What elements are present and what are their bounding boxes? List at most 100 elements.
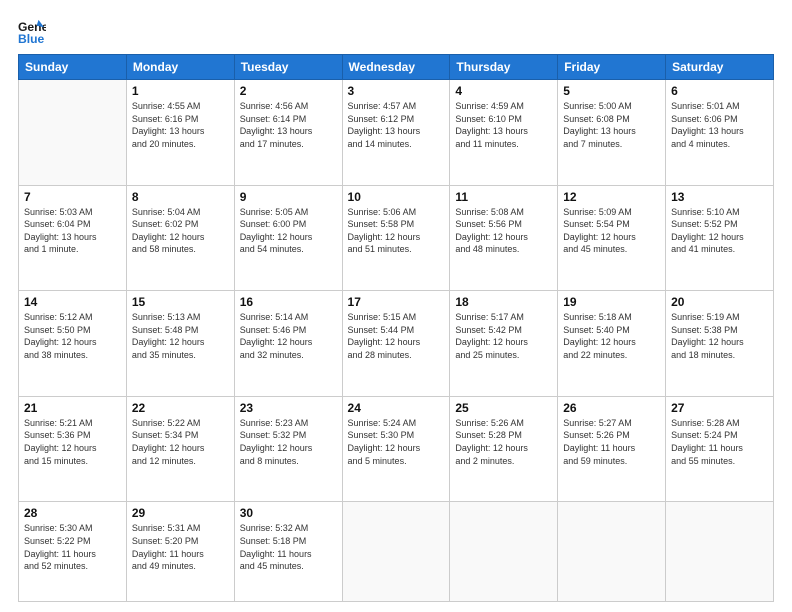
cell-info: Sunrise: 5:04 AM Sunset: 6:02 PM Dayligh…: [132, 206, 229, 256]
day-number: 6: [671, 84, 768, 98]
day-number: 27: [671, 401, 768, 415]
calendar-cell: 26 Sunrise: 5:27 AM Sunset: 5:26 PM Dayli…: [558, 396, 666, 502]
calendar-cell: 20Sunrise: 5:19 AM Sunset: 5:38 PM Dayli…: [666, 291, 774, 397]
cell-info: Sunrise: 5:03 AM Sunset: 6:04 PM Dayligh…: [24, 206, 121, 256]
cell-info: Sunrise: 5:14 AM Sunset: 5:46 PM Dayligh…: [240, 311, 337, 361]
calendar-cell: 18 Sunrise: 5:17 AM Sunset: 5:42 PM Dayli…: [450, 291, 558, 397]
day-number: 15: [132, 295, 229, 309]
cell-info: Sunrise: 5:05 AM Sunset: 6:00 PM Dayligh…: [240, 206, 337, 256]
calendar-cell: 11 Sunrise: 5:08 AM Sunset: 5:56 PM Dayli…: [450, 185, 558, 291]
cell-info: Sunrise: 5:12 AM Sunset: 5:50 PM Dayligh…: [24, 311, 121, 361]
day-number: 13: [671, 190, 768, 204]
cell-info: Sunrise: 5:27 AM Sunset: 5:26 PM Dayligh…: [563, 417, 660, 467]
day-number: 28: [24, 506, 121, 520]
calendar-cell: 17 Sunrise: 5:15 AM Sunset: 5:44 PM Dayli…: [342, 291, 450, 397]
weekday-header-saturday: Saturday: [666, 55, 774, 80]
svg-text:Blue: Blue: [18, 32, 45, 46]
day-number: 20: [671, 295, 768, 309]
day-number: 16: [240, 295, 337, 309]
cell-info: Sunrise: 5:13 AM Sunset: 5:48 PM Dayligh…: [132, 311, 229, 361]
calendar-cell: 30 Sunrise: 5:32 AM Sunset: 5:18 PM Dayli…: [234, 502, 342, 602]
calendar-cell: 5 Sunrise: 5:00 AM Sunset: 6:08 PM Daylig…: [558, 80, 666, 186]
cell-info: Sunrise: 4:56 AM Sunset: 6:14 PM Dayligh…: [240, 100, 337, 150]
day-number: 11: [455, 190, 552, 204]
logo-icon: General Blue: [18, 18, 46, 46]
logo: General Blue: [18, 18, 46, 46]
weekday-header-sunday: Sunday: [19, 55, 127, 80]
day-number: 9: [240, 190, 337, 204]
calendar-cell: [342, 502, 450, 602]
calendar-cell: 29Sunrise: 5:31 AM Sunset: 5:20 PM Dayli…: [126, 502, 234, 602]
calendar-week-row: 1 Sunrise: 4:55 AM Sunset: 6:16 PM Daylig…: [19, 80, 774, 186]
weekday-header-friday: Friday: [558, 55, 666, 80]
calendar-cell: 14Sunrise: 5:12 AM Sunset: 5:50 PM Dayli…: [19, 291, 127, 397]
calendar-cell: 22 Sunrise: 5:22 AM Sunset: 5:34 PM Dayli…: [126, 396, 234, 502]
day-number: 2: [240, 84, 337, 98]
calendar-cell: 12 Sunrise: 5:09 AM Sunset: 5:54 PM Dayli…: [558, 185, 666, 291]
cell-info: Sunrise: 5:09 AM Sunset: 5:54 PM Dayligh…: [563, 206, 660, 256]
cell-info: Sunrise: 5:00 AM Sunset: 6:08 PM Dayligh…: [563, 100, 660, 150]
day-number: 10: [348, 190, 445, 204]
calendar-cell: 2 Sunrise: 4:56 AM Sunset: 6:14 PM Daylig…: [234, 80, 342, 186]
day-number: 5: [563, 84, 660, 98]
cell-info: Sunrise: 4:59 AM Sunset: 6:10 PM Dayligh…: [455, 100, 552, 150]
calendar-cell: [666, 502, 774, 602]
calendar-cell: [450, 502, 558, 602]
cell-info: Sunrise: 5:26 AM Sunset: 5:28 PM Dayligh…: [455, 417, 552, 467]
calendar-table: SundayMondayTuesdayWednesdayThursdayFrid…: [18, 54, 774, 602]
calendar-cell: 24Sunrise: 5:24 AM Sunset: 5:30 PM Dayli…: [342, 396, 450, 502]
day-number: 4: [455, 84, 552, 98]
calendar-cell: 4 Sunrise: 4:59 AM Sunset: 6:10 PM Daylig…: [450, 80, 558, 186]
calendar-cell: 28 Sunrise: 5:30 AM Sunset: 5:22 PM Dayli…: [19, 502, 127, 602]
calendar-cell: 7 Sunrise: 5:03 AM Sunset: 6:04 PM Daylig…: [19, 185, 127, 291]
cell-info: Sunrise: 5:32 AM Sunset: 5:18 PM Dayligh…: [240, 522, 337, 572]
calendar-cell: 9 Sunrise: 5:05 AM Sunset: 6:00 PM Daylig…: [234, 185, 342, 291]
cell-info: Sunrise: 5:21 AM Sunset: 5:36 PM Dayligh…: [24, 417, 121, 467]
cell-info: Sunrise: 5:08 AM Sunset: 5:56 PM Dayligh…: [455, 206, 552, 256]
cell-info: Sunrise: 5:18 AM Sunset: 5:40 PM Dayligh…: [563, 311, 660, 361]
calendar-cell: 15 Sunrise: 5:13 AM Sunset: 5:48 PM Dayli…: [126, 291, 234, 397]
cell-info: Sunrise: 4:55 AM Sunset: 6:16 PM Dayligh…: [132, 100, 229, 150]
calendar-cell: [19, 80, 127, 186]
day-number: 7: [24, 190, 121, 204]
calendar-week-row: 21Sunrise: 5:21 AM Sunset: 5:36 PM Dayli…: [19, 396, 774, 502]
weekday-header-tuesday: Tuesday: [234, 55, 342, 80]
page: General Blue SundayMondayTuesdayWednesda…: [0, 0, 792, 612]
weekday-header-row: SundayMondayTuesdayWednesdayThursdayFrid…: [19, 55, 774, 80]
cell-info: Sunrise: 5:22 AM Sunset: 5:34 PM Dayligh…: [132, 417, 229, 467]
cell-info: Sunrise: 5:17 AM Sunset: 5:42 PM Dayligh…: [455, 311, 552, 361]
calendar-week-row: 7 Sunrise: 5:03 AM Sunset: 6:04 PM Daylig…: [19, 185, 774, 291]
cell-info: Sunrise: 5:24 AM Sunset: 5:30 PM Dayligh…: [348, 417, 445, 467]
calendar-cell: 23Sunrise: 5:23 AM Sunset: 5:32 PM Dayli…: [234, 396, 342, 502]
day-number: 30: [240, 506, 337, 520]
calendar-week-row: 28 Sunrise: 5:30 AM Sunset: 5:22 PM Dayli…: [19, 502, 774, 602]
day-number: 3: [348, 84, 445, 98]
cell-info: Sunrise: 5:15 AM Sunset: 5:44 PM Dayligh…: [348, 311, 445, 361]
cell-info: Sunrise: 5:10 AM Sunset: 5:52 PM Dayligh…: [671, 206, 768, 256]
day-number: 26: [563, 401, 660, 415]
calendar-cell: 21Sunrise: 5:21 AM Sunset: 5:36 PM Dayli…: [19, 396, 127, 502]
day-number: 29: [132, 506, 229, 520]
cell-info: Sunrise: 4:57 AM Sunset: 6:12 PM Dayligh…: [348, 100, 445, 150]
weekday-header-wednesday: Wednesday: [342, 55, 450, 80]
calendar-cell: 3 Sunrise: 4:57 AM Sunset: 6:12 PM Daylig…: [342, 80, 450, 186]
calendar-cell: [558, 502, 666, 602]
day-number: 18: [455, 295, 552, 309]
day-number: 8: [132, 190, 229, 204]
header: General Blue: [18, 18, 774, 46]
day-number: 17: [348, 295, 445, 309]
day-number: 22: [132, 401, 229, 415]
calendar-cell: 19 Sunrise: 5:18 AM Sunset: 5:40 PM Dayli…: [558, 291, 666, 397]
calendar-cell: 1 Sunrise: 4:55 AM Sunset: 6:16 PM Daylig…: [126, 80, 234, 186]
day-number: 12: [563, 190, 660, 204]
calendar-cell: 25 Sunrise: 5:26 AM Sunset: 5:28 PM Dayli…: [450, 396, 558, 502]
cell-info: Sunrise: 5:23 AM Sunset: 5:32 PM Dayligh…: [240, 417, 337, 467]
calendar-cell: 13 Sunrise: 5:10 AM Sunset: 5:52 PM Dayli…: [666, 185, 774, 291]
calendar-week-row: 14Sunrise: 5:12 AM Sunset: 5:50 PM Dayli…: [19, 291, 774, 397]
day-number: 25: [455, 401, 552, 415]
day-number: 19: [563, 295, 660, 309]
calendar-cell: 16 Sunrise: 5:14 AM Sunset: 5:46 PM Dayli…: [234, 291, 342, 397]
day-number: 1: [132, 84, 229, 98]
cell-info: Sunrise: 5:01 AM Sunset: 6:06 PM Dayligh…: [671, 100, 768, 150]
cell-info: Sunrise: 5:30 AM Sunset: 5:22 PM Dayligh…: [24, 522, 121, 572]
